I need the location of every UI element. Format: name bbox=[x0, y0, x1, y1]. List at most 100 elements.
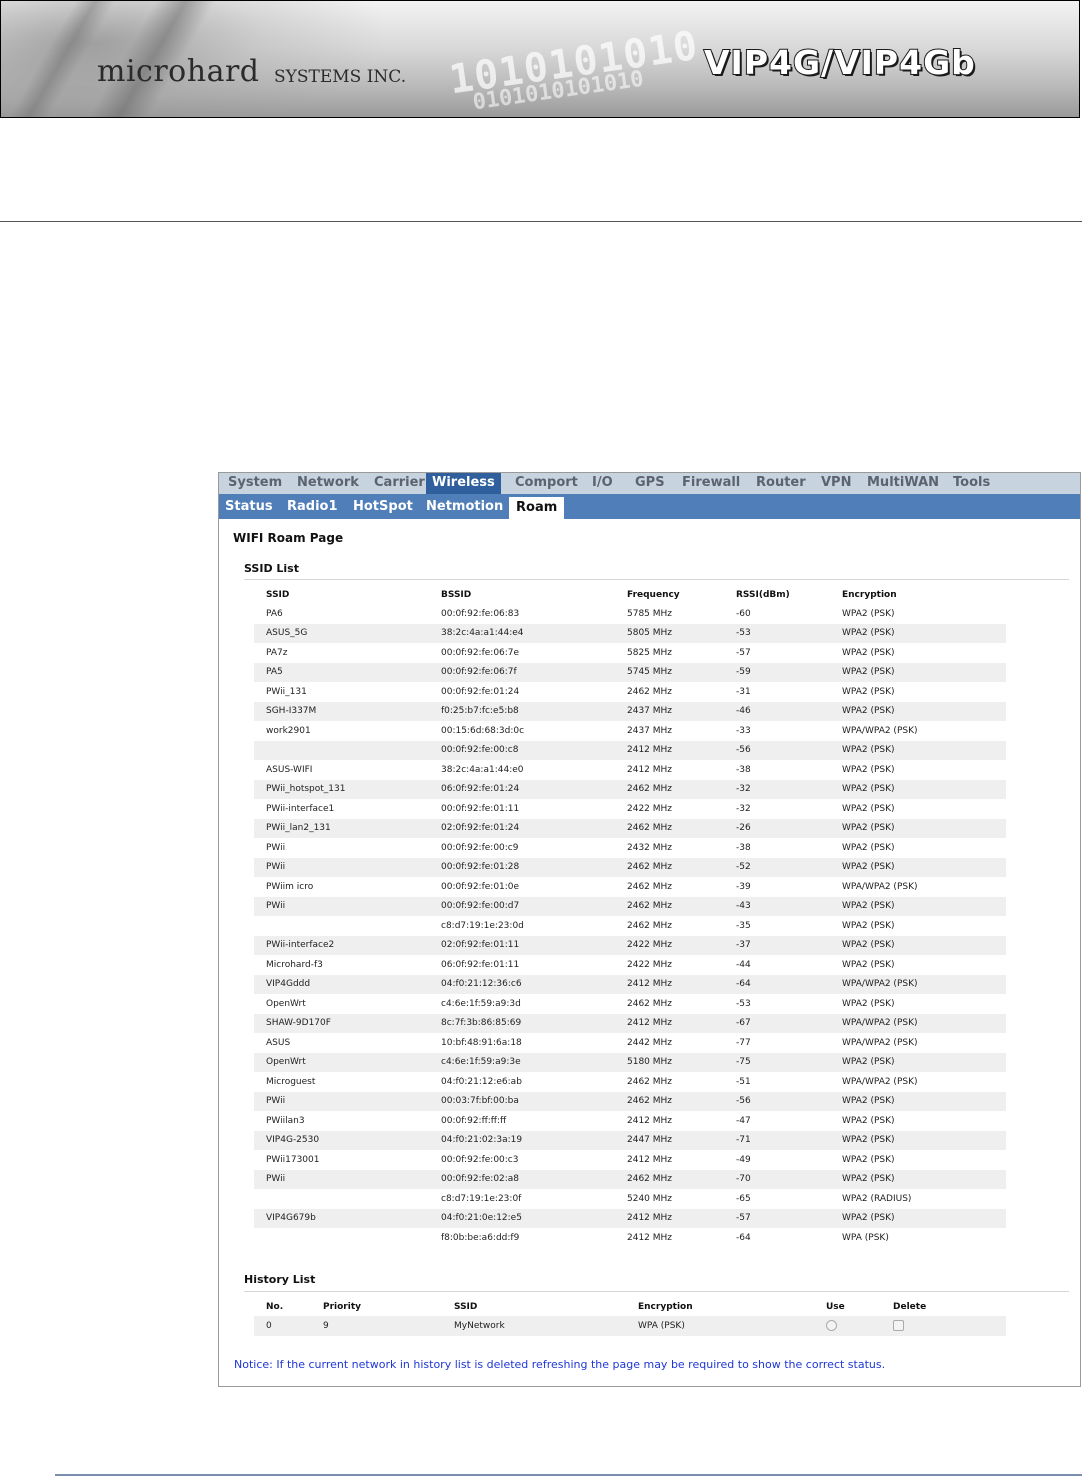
subtab-radio1[interactable]: Radio1 bbox=[287, 494, 338, 519]
tab-carrier[interactable]: Carrier bbox=[374, 473, 425, 494]
frequency-cell: 2412 MHz bbox=[627, 1232, 673, 1243]
ssid-cell: Microguest bbox=[266, 1076, 316, 1087]
encryption-cell: WPA2 (PSK) bbox=[830, 779, 1006, 799]
rssi-cell: -67 bbox=[724, 1013, 830, 1033]
use-radio[interactable] bbox=[826, 1320, 837, 1332]
tab-multiwan[interactable]: MultiWAN bbox=[867, 473, 939, 494]
column-header: No. bbox=[266, 1301, 284, 1312]
frequency-cell: 2432 MHz bbox=[627, 842, 673, 853]
table-row: PWii 00:0f:92:fe:02:a8 2462 MHz -70 WPA2 (PS… bbox=[254, 1169, 1006, 1189]
tab-comport[interactable]: Comport bbox=[515, 473, 578, 494]
bssid-cell: 38:2c:4a:a1:44:e0 bbox=[441, 764, 524, 775]
encryption-cell: WPA2 (PSK) bbox=[830, 1169, 1006, 1189]
encryption-cell: WPA2 (PSK) bbox=[830, 1130, 1006, 1150]
bssid-cell: c4:6e:1f:59:a9:3d bbox=[441, 998, 521, 1009]
encryption-cell: WPA2 (PSK) bbox=[842, 647, 895, 658]
encryption-cell: WPA2 (PSK) bbox=[842, 1154, 895, 1165]
table-row: 0 9 MyNetwork WPA (PSK) bbox=[254, 1316, 1006, 1336]
subtab-status[interactable]: Status bbox=[225, 494, 273, 519]
ssid-cell: PWii bbox=[254, 896, 429, 916]
delete-checkbox[interactable] bbox=[893, 1320, 904, 1332]
table-row: PA6 00:0f:92:fe:06:83 5785 MHz -60 WPA2 (PSK… bbox=[254, 604, 1006, 624]
table-row: ASUS 10:bf:48:91:6a:18 2442 MHz -77 WPA/WPA2… bbox=[254, 1033, 1006, 1053]
rssi-cell: -35 bbox=[736, 920, 751, 931]
column-header: BSSID bbox=[441, 589, 472, 600]
ssid-cell: OpenWrt bbox=[254, 1052, 429, 1072]
rssi-cell: -56 bbox=[724, 1091, 830, 1111]
header-divider bbox=[0, 221, 1082, 222]
subtab-roam[interactable]: Roam bbox=[509, 497, 565, 519]
tab-router[interactable]: Router bbox=[756, 473, 806, 494]
rssi-cell: -60 bbox=[736, 608, 751, 619]
rssi-cell: -32 bbox=[736, 803, 751, 814]
ssid-cell: PWiim icro bbox=[266, 881, 314, 892]
header-banner: 1010101010 0101010101010 microhard SYSTE… bbox=[0, 0, 1080, 118]
ssid-cell: ASUS-WIFI bbox=[266, 764, 313, 775]
frequency-cell: 2412 MHz bbox=[627, 764, 673, 775]
main-nav: System Network Carrier Wireless Comport I/O GP… bbox=[219, 473, 1080, 494]
bssid-cell: 04:f0:21:02:3a:19 bbox=[429, 1130, 615, 1150]
rssi-cell: -31 bbox=[736, 686, 751, 697]
brand-suffix: SYSTEMS INC. bbox=[274, 67, 407, 87]
subtab-netmotion[interactable]: Netmotion bbox=[426, 494, 503, 519]
bssid-cell: 00:0f:92:fe:01:11 bbox=[441, 803, 520, 814]
ssid-cell: PWiilan3 bbox=[266, 1115, 305, 1126]
tab-vpn[interactable]: VPN bbox=[821, 473, 851, 494]
table-row: Microhard-f3 06:0f:92:fe:01:11 2422 MHz -44… bbox=[254, 955, 1006, 975]
frequency-cell: 2462 MHz bbox=[627, 920, 673, 931]
tab-firewall[interactable]: Firewall bbox=[682, 473, 740, 494]
tab-gps[interactable]: GPS bbox=[635, 473, 665, 494]
frequency-cell: 2462 MHz bbox=[615, 1169, 724, 1189]
encryption-cell: WPA2 (PSK) bbox=[830, 623, 1006, 643]
encryption-cell: WPA (PSK) bbox=[626, 1316, 814, 1336]
encryption-cell: WPA/WPA2 (PSK) bbox=[830, 1013, 1006, 1033]
tab-wireless[interactable]: Wireless bbox=[426, 473, 501, 494]
ssid-list-title: SSID List bbox=[244, 562, 299, 575]
column-header: Encryption bbox=[842, 589, 897, 600]
encryption-cell: WPA2 (PSK) bbox=[842, 959, 895, 970]
ssid-cell: MyNetwork bbox=[442, 1316, 626, 1336]
frequency-cell: 5785 MHz bbox=[627, 608, 673, 619]
encryption-cell: WPA2 (PSK) bbox=[830, 662, 1006, 682]
tab-i-o[interactable]: I/O bbox=[592, 473, 613, 494]
table-row: PWii 00:0f:92:fe:01:28 2462 MHz -52 WPA2 (PS… bbox=[254, 857, 1006, 877]
tab-network[interactable]: Network bbox=[297, 473, 359, 494]
frequency-cell: 5805 MHz bbox=[615, 623, 724, 643]
encryption-cell: WPA2 (PSK) bbox=[830, 1052, 1006, 1072]
ssid-cell bbox=[254, 1228, 429, 1248]
rssi-cell: -64 bbox=[736, 1232, 751, 1243]
table-header-row: SSID BSSID Frequency RSSI(dBm) Encryption bbox=[254, 585, 1006, 604]
encryption-cell: WPA2 (PSK) bbox=[842, 1115, 895, 1126]
rssi-cell: -32 bbox=[724, 779, 830, 799]
ssid-cell: PA7z bbox=[266, 647, 288, 658]
encryption-cell: WPA2 (PSK) bbox=[830, 857, 1006, 877]
tab-tools[interactable]: Tools bbox=[953, 473, 990, 494]
ssid-cell: Microhard-f3 bbox=[266, 959, 323, 970]
column-header: Encryption bbox=[638, 1301, 693, 1312]
frequency-cell: 2462 MHz bbox=[615, 818, 724, 838]
subtab-hotspot[interactable]: HotSpot bbox=[353, 494, 413, 519]
column-header: Delete bbox=[893, 1301, 927, 1312]
ssid-cell: PA5 bbox=[254, 662, 429, 682]
table-row: OpenWrt c4:6e:1f:59:a9:3e 5180 MHz -75 WPA2 … bbox=[254, 1052, 1006, 1072]
frequency-cell: 2412 MHz bbox=[615, 974, 724, 994]
table-row: SHAW-9D170F 8c:7f:3b:86:85:69 2412 MHz -67 W… bbox=[254, 1013, 1006, 1033]
table-row: c8:d7:19:1e:23:0d 2462 MHz -35 WPA2 (PSK) bbox=[254, 916, 1006, 936]
rssi-cell: -47 bbox=[736, 1115, 751, 1126]
table-row: PWiilan3 00:0f:92:ff:ff:ff 2412 MHz -47 WPA2… bbox=[254, 1111, 1006, 1131]
rssi-cell: -39 bbox=[736, 881, 751, 892]
frequency-cell: 2412 MHz bbox=[615, 740, 724, 760]
bssid-cell: 00:0f:92:fe:01:0e bbox=[441, 881, 520, 892]
table-row: ASUS-WIFI 38:2c:4a:a1:44:e0 2412 MHz -38 WPA… bbox=[254, 760, 1006, 780]
ssid-cell: PWii bbox=[254, 857, 429, 877]
column-header: SSID bbox=[266, 589, 290, 600]
rssi-cell: -57 bbox=[724, 1208, 830, 1228]
ssid-cell: VIP4G-2530 bbox=[254, 1130, 429, 1150]
frequency-cell: 5745 MHz bbox=[615, 662, 724, 682]
table-row: c8:d7:19:1e:23:0f 5240 MHz -65 WPA2 (RADIUS… bbox=[254, 1189, 1006, 1209]
table-row: OpenWrt c4:6e:1f:59:a9:3d 2462 MHz -53 WPA2 … bbox=[254, 994, 1006, 1014]
encryption-cell: WPA2 (PSK) bbox=[830, 1091, 1006, 1111]
notice-text: Notice: If the current network in histor… bbox=[234, 1358, 886, 1371]
tab-system[interactable]: System bbox=[228, 473, 282, 494]
rssi-cell: -75 bbox=[724, 1052, 830, 1072]
